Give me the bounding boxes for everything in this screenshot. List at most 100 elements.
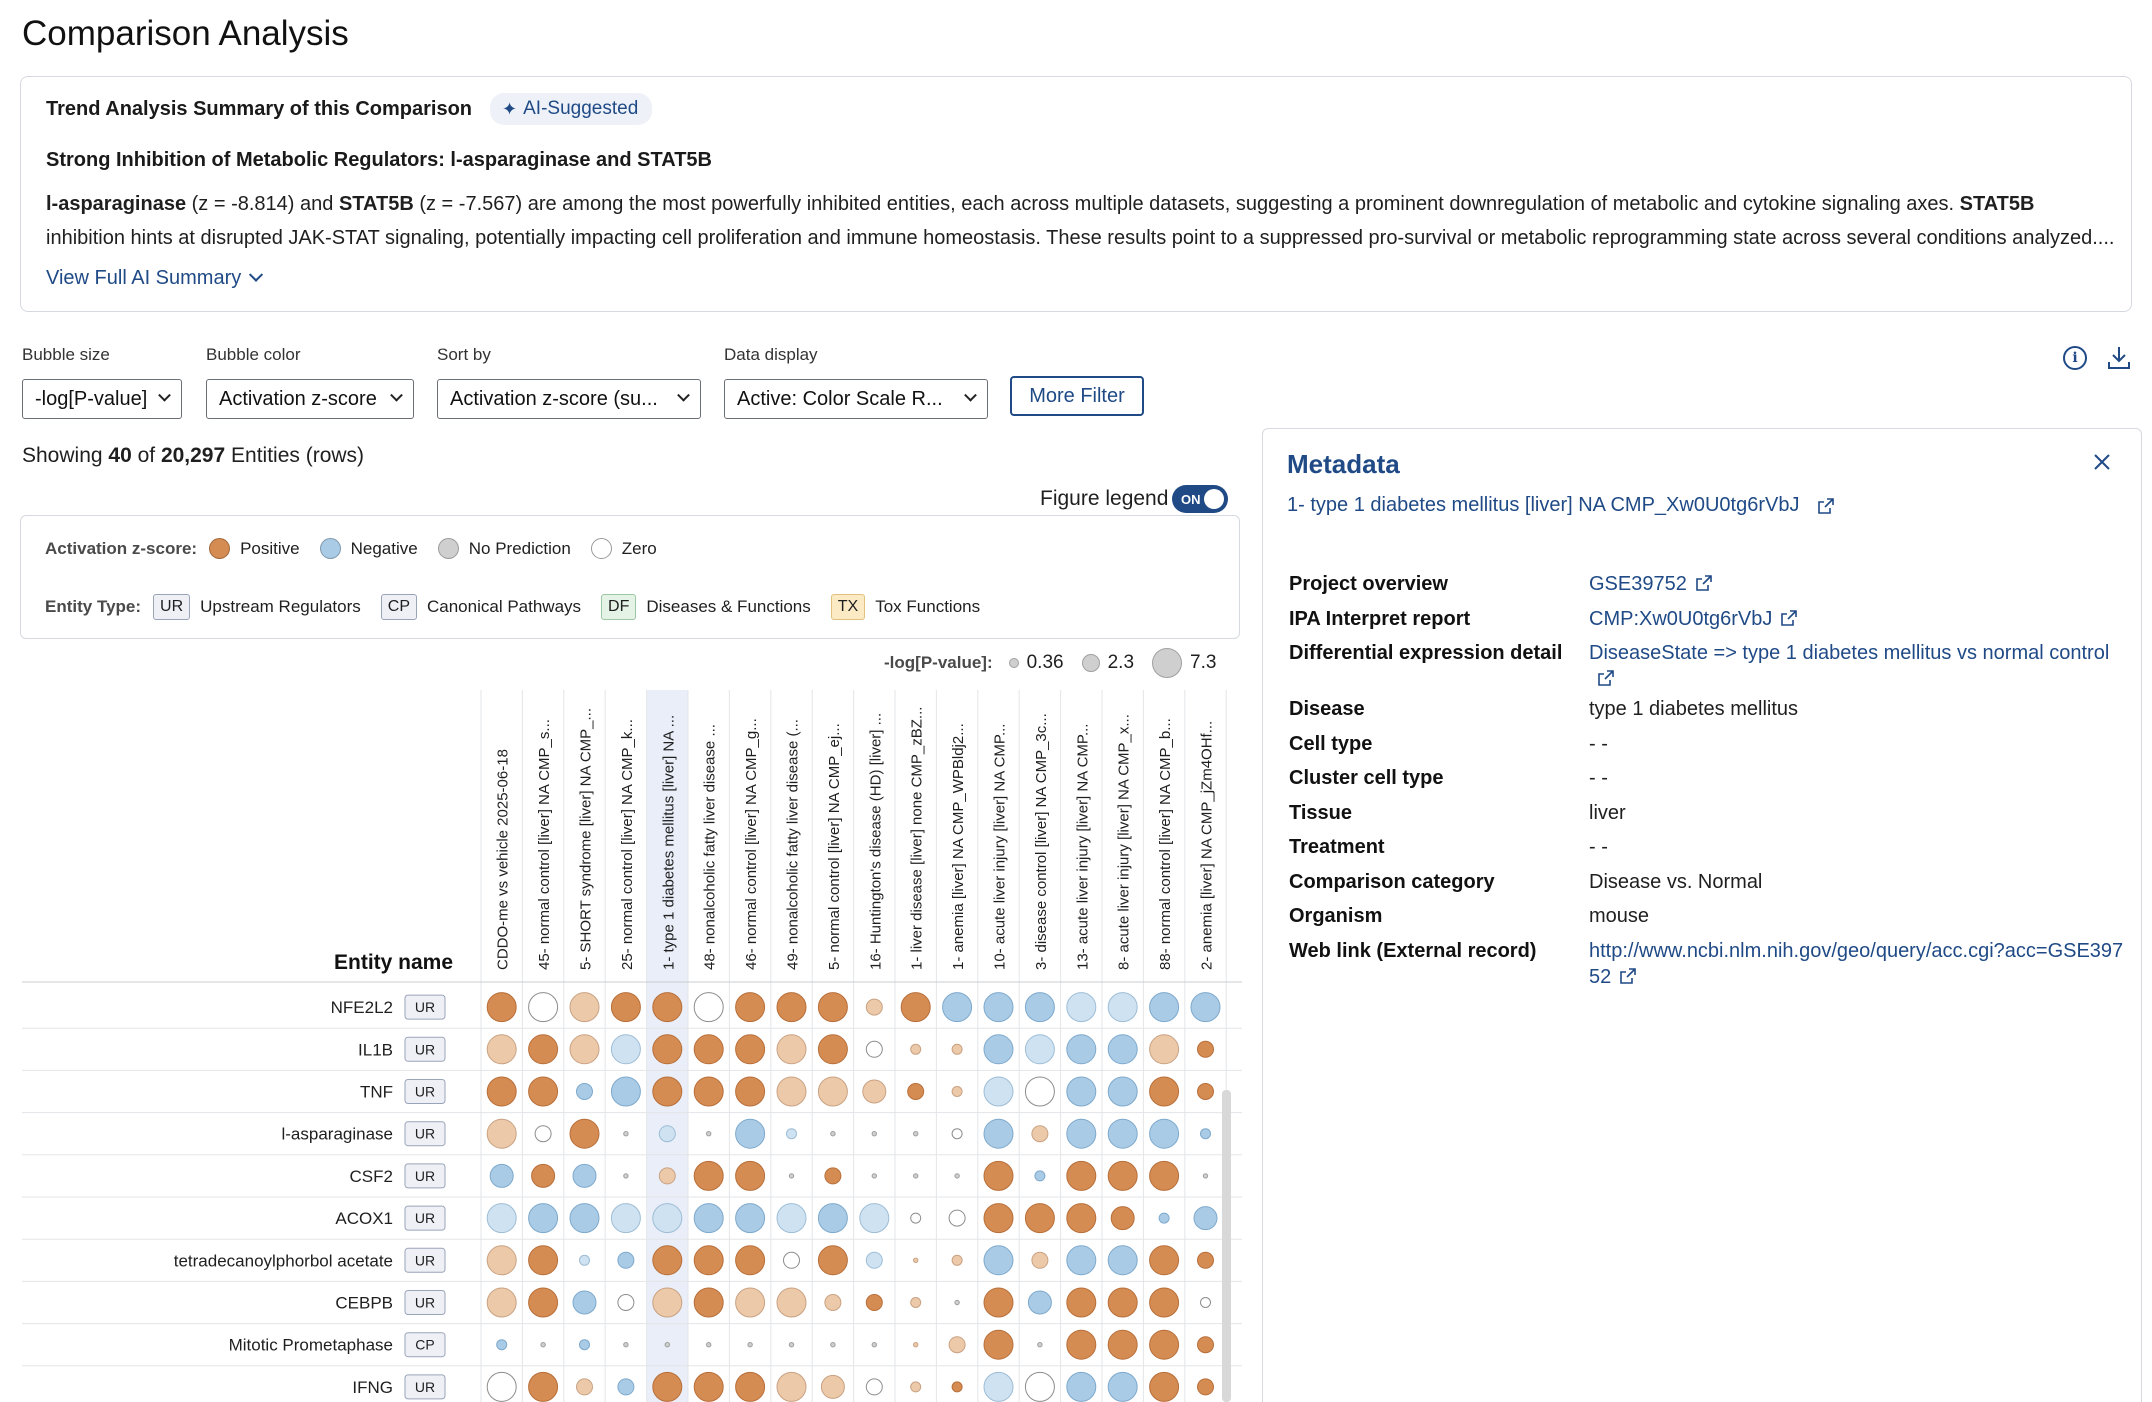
bubble[interactable] (576, 1378, 593, 1396)
bubble[interactable] (951, 1043, 963, 1055)
bubble[interactable] (652, 1203, 683, 1234)
bubble[interactable] (1149, 1287, 1180, 1318)
bubble[interactable] (693, 1076, 724, 1107)
bubble[interactable] (1066, 1118, 1097, 1149)
column-header[interactable]: 46- normal control [liver] NA CMP_g... (743, 718, 760, 970)
bubble[interactable] (983, 1371, 1014, 1402)
column-header[interactable]: 1- liver disease [liver] none CMP_zBZ... (909, 707, 926, 970)
bubble[interactable] (865, 1251, 883, 1269)
column-header[interactable]: 8- acute liver injury [liver] NA CMP_x..… (1116, 714, 1133, 970)
bubble[interactable] (1066, 1160, 1097, 1191)
bubble[interactable] (693, 1203, 724, 1234)
column-header[interactable]: 13- acute liver injury [liver] NA CMP... (1074, 724, 1091, 970)
bubble[interactable] (817, 992, 848, 1023)
bubble[interactable] (617, 1378, 635, 1396)
column-header[interactable]: 48- nonalcoholic fatty liver disease ... (702, 724, 719, 970)
bubble[interactable] (1024, 1371, 1055, 1402)
bubble[interactable] (576, 1083, 593, 1100)
bubble[interactable] (693, 1160, 724, 1191)
bubble[interactable] (865, 1040, 883, 1058)
bubble-color-select[interactable]: Activation z-score (206, 379, 414, 419)
bubble[interactable] (1110, 1206, 1135, 1231)
column-header[interactable]: CDDO-me vs vehicle 2025-06-18 (495, 749, 512, 970)
bubble[interactable] (951, 1254, 963, 1266)
bubble[interactable] (948, 1336, 966, 1354)
bubble[interactable] (788, 1173, 795, 1179)
bubble[interactable] (1107, 1329, 1138, 1360)
bubble[interactable] (623, 1131, 629, 1137)
info-icon[interactable]: i (2063, 346, 2087, 370)
bubble[interactable] (865, 1378, 883, 1396)
bubble[interactable] (486, 1245, 517, 1276)
bubble[interactable] (983, 1160, 1014, 1191)
column-header[interactable]: 45- normal control [liver] NA CMP_s... (536, 719, 553, 970)
bubble[interactable] (983, 1076, 1014, 1107)
bubble[interactable] (1107, 992, 1138, 1023)
metadata-link[interactable]: CMP:Xw0U0tg6rVbJ (1589, 602, 2129, 637)
column-header[interactable]: 5- normal control [liver] NA CMP_ej... (826, 723, 843, 970)
bubble[interactable] (1024, 992, 1055, 1023)
bubble[interactable] (1190, 992, 1221, 1023)
bubble[interactable] (788, 1342, 795, 1348)
bubble[interactable] (486, 1371, 517, 1402)
bubble[interactable] (693, 1371, 724, 1402)
bubble[interactable] (735, 1203, 766, 1234)
bubble[interactable] (1031, 1125, 1049, 1143)
bubble[interactable] (623, 1173, 629, 1179)
bubble[interactable] (776, 992, 807, 1023)
entity-name[interactable]: CEBPB (335, 1294, 393, 1313)
bubble[interactable] (735, 1287, 766, 1318)
bubble[interactable] (735, 992, 766, 1023)
bubble[interactable] (1149, 1371, 1180, 1402)
bubble[interactable] (948, 1209, 966, 1227)
bubble[interactable] (913, 1342, 919, 1348)
bubble[interactable] (1107, 1160, 1138, 1191)
bubble[interactable] (652, 1076, 683, 1107)
bubble[interactable] (617, 1251, 635, 1269)
bubble[interactable] (1197, 1083, 1214, 1100)
bubble[interactable] (1200, 1297, 1211, 1308)
bubble[interactable] (610, 1034, 641, 1065)
bubble[interactable] (658, 1125, 676, 1143)
bubble[interactable] (871, 1131, 877, 1137)
bubble[interactable] (1149, 1245, 1180, 1276)
entity-name[interactable]: NFE2L2 (331, 998, 393, 1017)
bubble[interactable] (693, 1245, 724, 1276)
bubble[interactable] (693, 1287, 724, 1318)
bubble[interactable] (528, 1076, 559, 1107)
bubble[interactable] (910, 1043, 922, 1055)
bubble[interactable] (817, 1203, 848, 1234)
entity-name[interactable]: IL1B (358, 1040, 393, 1059)
comparison-link[interactable]: 1- type 1 diabetes mellitus [liver] NA C… (1287, 494, 1835, 517)
bubble[interactable] (693, 1034, 724, 1065)
view-full-summary-link[interactable]: View Full AI Summary (46, 267, 264, 290)
bubble[interactable] (569, 1034, 600, 1065)
figure-legend-toggle[interactable]: ON (1172, 485, 1228, 513)
bubble[interactable] (528, 1034, 559, 1065)
bubble[interactable] (1149, 1118, 1180, 1149)
bubble[interactable] (569, 1118, 600, 1149)
bubble[interactable] (528, 992, 559, 1023)
bubble[interactable] (540, 1342, 546, 1348)
bubble[interactable] (871, 1173, 877, 1179)
bubble[interactable] (1031, 1251, 1049, 1269)
bubble[interactable] (1149, 992, 1180, 1023)
bubble[interactable] (1024, 1203, 1055, 1234)
bubble[interactable] (1037, 1342, 1043, 1348)
bubble[interactable] (1066, 992, 1097, 1023)
bubble[interactable] (1034, 1170, 1046, 1182)
bubble[interactable] (1202, 1173, 1209, 1179)
entity-name[interactable]: Mitotic Prometaphase (229, 1336, 393, 1355)
bubble[interactable] (652, 992, 683, 1023)
entity-name[interactable]: CSF2 (350, 1167, 393, 1186)
bubble[interactable] (610, 1076, 641, 1107)
bubble[interactable] (900, 992, 931, 1023)
bubble[interactable] (951, 1381, 963, 1393)
bubble[interactable] (776, 1076, 807, 1107)
bubble[interactable] (610, 992, 641, 1023)
bubble[interactable] (534, 1125, 552, 1143)
bubble[interactable] (1193, 1206, 1218, 1231)
bubble[interactable] (954, 1173, 960, 1179)
bubble[interactable] (528, 1203, 559, 1234)
data-display-select[interactable]: Active: Color Scale R... (724, 379, 988, 419)
